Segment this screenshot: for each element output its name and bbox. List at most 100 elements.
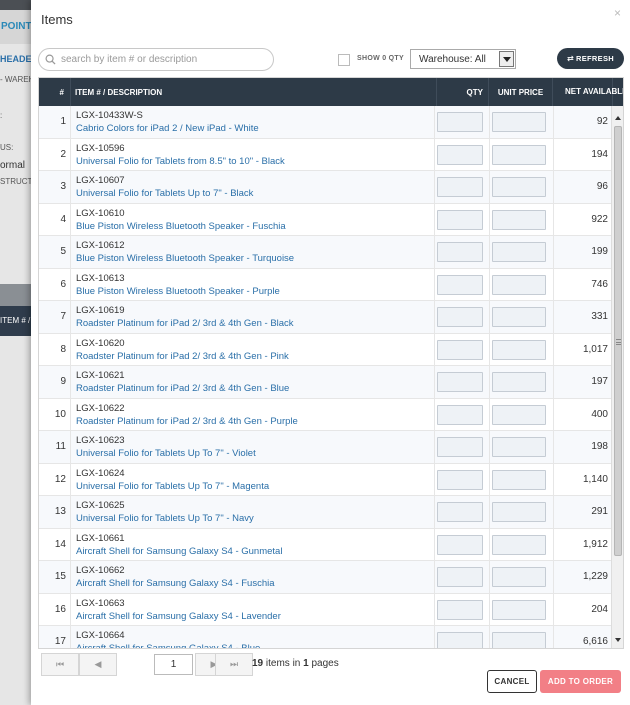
column-header-number[interactable]: # <box>39 78 71 106</box>
item-description[interactable]: Roadster Platinum for iPad 2/ 3rd & 4th … <box>76 317 434 331</box>
item-description[interactable]: Roadster Platinum for iPad 2/ 3rd & 4th … <box>76 415 434 429</box>
unit-price-input[interactable] <box>492 144 546 165</box>
qty-input[interactable] <box>437 339 483 360</box>
scroll-up-icon[interactable] <box>615 116 621 120</box>
item-cell: LGX-10607 Universal Folio for Tablets Up … <box>71 171 434 203</box>
unit-price-input[interactable] <box>492 469 546 490</box>
unit-price-input[interactable] <box>492 242 546 262</box>
refresh-icon: ⇄ <box>567 54 575 63</box>
item-description[interactable]: Cabrio Colors for iPad 2 / New iPad - Wh… <box>76 122 434 136</box>
item-description[interactable]: Universal Folio for Tablets Up To 7" - V… <box>76 447 434 461</box>
grid-scrollbar[interactable] <box>611 106 623 648</box>
item-description[interactable]: Universal Folio for Tablets from 8.5" to… <box>76 155 434 169</box>
item-description[interactable]: Roadster Platinum for iPad 2/ 3rd & 4th … <box>76 382 434 396</box>
item-description[interactable]: Universal Folio for Tablets Up To 7" - N… <box>76 512 434 526</box>
show-zero-qty-checkbox[interactable] <box>338 54 350 66</box>
search-box[interactable] <box>38 48 274 71</box>
net-available: 922 <box>553 203 613 235</box>
item-description[interactable]: Universal Folio for Tablets Up to 7" - B… <box>76 187 434 201</box>
item-description[interactable]: Roadster Platinum for iPad 2/ 3rd & 4th … <box>76 350 434 364</box>
scroll-down-icon[interactable] <box>615 638 621 642</box>
prev-page-button[interactable]: ◀ <box>79 653 117 676</box>
item-description[interactable]: Blue Piston Wireless Bluetooth Speaker -… <box>76 220 434 234</box>
unit-price-input[interactable] <box>492 372 546 392</box>
last-page-button[interactable]: ⏭ <box>215 653 253 676</box>
unit-price-input[interactable] <box>492 567 546 587</box>
item-description[interactable]: Aircraft Shell for Samsung Galaxy S4 - L… <box>76 610 434 624</box>
unit-price-input[interactable] <box>492 209 546 230</box>
unit-price-cell <box>489 561 553 593</box>
qty-input[interactable] <box>437 632 483 648</box>
qty-input[interactable] <box>437 437 483 457</box>
table-row[interactable]: 14 LGX-10661 Aircraft Shell for Samsung Ga… <box>39 528 613 561</box>
item-description[interactable]: Blue Piston Wireless Bluetooth Speaker -… <box>76 252 434 266</box>
unit-price-input[interactable] <box>492 112 546 132</box>
qty-input[interactable] <box>437 534 483 555</box>
table-row[interactable]: 3 LGX-10607 Universal Folio for Tablets Up… <box>39 171 613 204</box>
column-header-qty[interactable]: QTY <box>437 78 489 106</box>
table-row[interactable]: 15 LGX-10662 Aircraft Shell for Samsung Ga… <box>39 561 613 594</box>
refresh-button[interactable]: ⇄ REFRESH <box>557 48 624 69</box>
chevron-down-icon[interactable] <box>499 51 514 67</box>
qty-input[interactable] <box>437 372 483 392</box>
column-header-item[interactable]: ITEM # / DESCRIPTION <box>71 78 437 106</box>
show-zero-qty-label: SHOW 0 QTY <box>357 55 404 62</box>
row-number: 10 <box>39 398 71 430</box>
qty-input[interactable] <box>437 599 483 620</box>
table-row[interactable]: 12 LGX-10624 Universal Folio for Tablets U… <box>39 463 613 496</box>
qty-input[interactable] <box>437 469 483 490</box>
unit-price-input[interactable] <box>492 339 546 360</box>
table-row[interactable]: 6 LGX-10613 Blue Piston Wireless Bluetooth… <box>39 268 613 301</box>
table-row[interactable]: 9 LGX-10621 Roadster Platinum for iPad 2/ … <box>39 366 613 399</box>
close-icon[interactable]: × <box>614 6 621 20</box>
qty-input[interactable] <box>437 242 483 262</box>
unit-price-input[interactable] <box>492 632 546 648</box>
table-row[interactable]: 13 LGX-10625 Universal Folio for Tablets U… <box>39 496 613 529</box>
table-row[interactable]: 1 LGX-10433W-S Cabrio Colors for iPad 2 / … <box>39 106 613 139</box>
add-to-order-button[interactable]: ADD TO ORDER <box>540 670 621 693</box>
table-row[interactable]: 4 LGX-10610 Blue Piston Wireless Bluetooth… <box>39 203 613 236</box>
unit-price-input[interactable] <box>492 307 546 327</box>
qty-input[interactable] <box>437 502 483 522</box>
first-page-button[interactable]: ⏮ <box>41 653 79 676</box>
item-description[interactable]: Aircraft Shell for Samsung Galaxy S4 - F… <box>76 577 434 591</box>
qty-input[interactable] <box>437 177 483 197</box>
qty-input[interactable] <box>437 209 483 230</box>
qty-input[interactable] <box>437 307 483 327</box>
net-available: 291 <box>553 496 613 528</box>
item-description[interactable]: Aircraft Shell for Samsung Galaxy S4 - B… <box>76 642 434 648</box>
page-number-input[interactable]: 1 <box>154 654 193 675</box>
scroll-thumb[interactable] <box>614 126 622 556</box>
table-row[interactable]: 8 LGX-10620 Roadster Platinum for iPad 2/ … <box>39 333 613 366</box>
table-row[interactable]: 2 LGX-10596 Universal Folio for Tablets fr… <box>39 138 613 171</box>
qty-input[interactable] <box>437 144 483 165</box>
qty-input[interactable] <box>437 404 483 425</box>
qty-input[interactable] <box>437 567 483 587</box>
unit-price-input[interactable] <box>492 437 546 457</box>
unit-price-input[interactable] <box>492 177 546 197</box>
search-input[interactable] <box>61 51 266 68</box>
unit-price-input[interactable] <box>492 274 546 295</box>
item-description[interactable]: Blue Piston Wireless Bluetooth Speaker -… <box>76 285 434 299</box>
unit-price-input[interactable] <box>492 404 546 425</box>
table-row[interactable]: 16 LGX-10663 Aircraft Shell for Samsung Ga… <box>39 593 613 626</box>
item-sku: LGX-10662 <box>76 565 125 576</box>
item-description[interactable]: Aircraft Shell for Samsung Galaxy S4 - G… <box>76 545 434 559</box>
unit-price-input[interactable] <box>492 599 546 620</box>
column-header-unit-price[interactable]: UNIT PRICE <box>489 78 553 106</box>
qty-input[interactable] <box>437 112 483 132</box>
table-row[interactable]: 7 LGX-10619 Roadster Platinum for iPad 2/ … <box>39 301 613 334</box>
qty-input[interactable] <box>437 274 483 295</box>
row-number: 14 <box>39 528 71 560</box>
table-row[interactable]: 11 LGX-10623 Universal Folio for Tablets U… <box>39 431 613 464</box>
unit-price-input[interactable] <box>492 534 546 555</box>
table-row[interactable]: 5 LGX-10612 Blue Piston Wireless Bluetooth… <box>39 236 613 269</box>
table-row[interactable]: 17LGX-10664Aircraft Shell for Samsung Ga… <box>39 626 613 648</box>
unit-price-input[interactable] <box>492 502 546 522</box>
item-description[interactable]: Universal Folio for Tablets Up To 7" - M… <box>76 480 434 494</box>
unit-price-cell <box>489 528 553 560</box>
column-header-net-available[interactable]: NET AVAILABLE <box>553 78 623 106</box>
cancel-button[interactable]: CANCEL <box>487 670 537 693</box>
warehouse-select[interactable]: Warehouse: All <box>410 49 516 69</box>
table-row[interactable]: 10 LGX-10622 Roadster Platinum for iPad 2/… <box>39 398 613 431</box>
